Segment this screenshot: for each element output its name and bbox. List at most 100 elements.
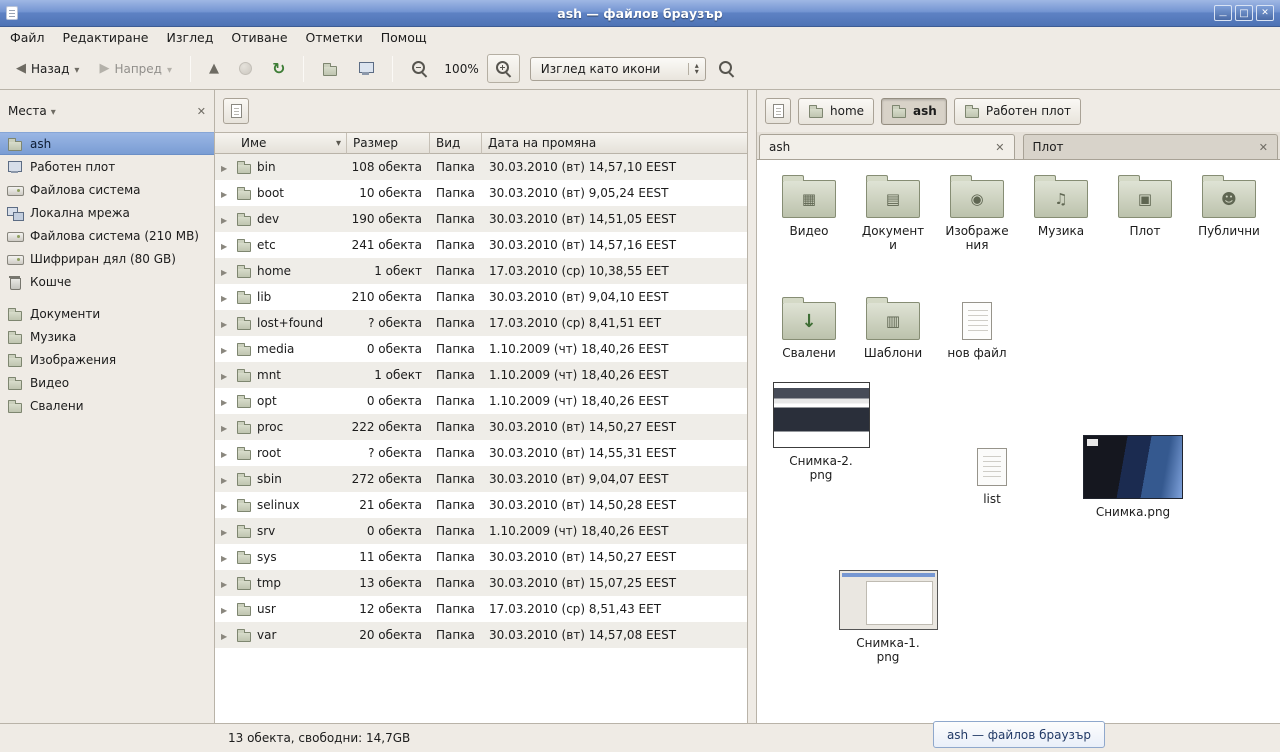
table-row[interactable]: sbin 272 обекта Папка 30.03.2010 (вт) 9,…	[215, 466, 747, 492]
zoom-in-button[interactable]	[487, 54, 520, 83]
file-icon-cell[interactable]: Снимка.png	[1081, 435, 1185, 519]
expander-icon[interactable]	[221, 602, 231, 616]
table-row[interactable]: dev 190 обекта Папка 30.03.2010 (вт) 14,…	[215, 206, 747, 232]
menu-item[interactable]: Отиване	[231, 30, 287, 45]
expander-icon[interactable]	[221, 472, 231, 486]
expander-icon[interactable]	[221, 290, 231, 304]
sidebar-item[interactable]: Кошче	[0, 270, 214, 293]
menu-item[interactable]: Файл	[10, 30, 45, 45]
file-icon-cell[interactable]: Снимка-2.png	[771, 382, 871, 483]
table-row[interactable]: lib 210 обекта Папка 30.03.2010 (вт) 9,0…	[215, 284, 747, 310]
file-icon-cell[interactable]: Изображения	[936, 172, 1018, 290]
stop-button[interactable]	[231, 56, 260, 81]
home-button[interactable]	[314, 55, 346, 83]
window-titlebar[interactable]: ash — файлов браузър	[0, 0, 1280, 27]
table-row[interactable]: var 20 обекта Папка 30.03.2010 (вт) 14,5…	[215, 622, 747, 648]
expander-icon[interactable]	[221, 524, 231, 538]
pane-divider[interactable]	[748, 90, 756, 723]
sidebar-item[interactable]: Файлова система (210 MB)	[0, 224, 214, 247]
close-button[interactable]	[1256, 5, 1274, 21]
menu-item[interactable]: Отметки	[306, 30, 363, 45]
table-row[interactable]: sys 11 обекта Папка 30.03.2010 (вт) 14,5…	[215, 544, 747, 570]
computer-button[interactable]	[350, 55, 382, 82]
sidebar-close-icon[interactable]	[197, 104, 206, 118]
pathbar-root-button[interactable]	[223, 98, 249, 124]
expander-icon[interactable]	[221, 420, 231, 434]
search-button[interactable]	[710, 54, 743, 83]
table-row[interactable]: boot 10 обекта Папка 30.03.2010 (вт) 9,0…	[215, 180, 747, 206]
sidebar-item[interactable]: Файлова система	[0, 178, 214, 201]
table-row[interactable]: etc 241 обекта Папка 30.03.2010 (вт) 14,…	[215, 232, 747, 258]
sidebar-item[interactable]: Локална мрежа	[0, 201, 214, 224]
menu-item[interactable]: Помощ	[381, 30, 427, 45]
column-header[interactable]: Вид	[430, 133, 482, 154]
table-row[interactable]: bin 108 обекта Папка 30.03.2010 (вт) 14,…	[215, 154, 747, 180]
menu-item[interactable]: Изглед	[167, 30, 214, 45]
expander-icon[interactable]	[221, 550, 231, 564]
expander-icon[interactable]	[221, 628, 231, 642]
maximize-button[interactable]	[1235, 5, 1253, 21]
tab[interactable]: Плот	[1023, 134, 1279, 159]
table-row[interactable]: selinux 21 обекта Папка 30.03.2010 (вт) …	[215, 492, 747, 518]
file-icon-cell[interactable]: Музика	[1020, 172, 1102, 290]
sidebar-item[interactable]: Шифриран дял (80 GB)	[0, 247, 214, 270]
back-button[interactable]: Назад	[8, 56, 87, 82]
table-row[interactable]: lost+found ? обекта Папка 17.03.2010 (ср…	[215, 310, 747, 336]
table-row[interactable]: tmp 13 обекта Папка 30.03.2010 (вт) 15,0…	[215, 570, 747, 596]
file-view[interactable]: Видео Документи Изображения Музика Плот …	[757, 160, 1280, 723]
pathbar-root-button[interactable]	[765, 98, 791, 124]
table-row[interactable]: mnt 1 обект Папка 1.10.2009 (чт) 18,40,2…	[215, 362, 747, 388]
sidebar-item[interactable]: ash	[0, 132, 214, 155]
up-button[interactable]	[201, 56, 227, 81]
chevron-down-icon[interactable]	[74, 62, 79, 76]
column-header[interactable]: Име	[215, 133, 347, 154]
sidebar-item[interactable]: Работен плот	[0, 155, 214, 178]
expander-icon[interactable]	[221, 394, 231, 408]
expander-icon[interactable]	[221, 186, 231, 200]
sidebar-item[interactable]: Музика	[0, 325, 214, 348]
table-row[interactable]: proc 222 обекта Папка 30.03.2010 (вт) 14…	[215, 414, 747, 440]
tab-close-icon[interactable]	[995, 140, 1004, 154]
expander-icon[interactable]	[221, 342, 231, 356]
spinner-arrows-icon[interactable]	[688, 63, 699, 75]
expander-icon[interactable]	[221, 576, 231, 590]
file-icon-cell[interactable]: нов файл	[936, 294, 1018, 412]
chevron-down-icon[interactable]	[51, 104, 56, 118]
file-icon-cell[interactable]: Плот	[1104, 172, 1186, 290]
expander-icon[interactable]	[221, 368, 231, 382]
expander-icon[interactable]	[221, 498, 231, 512]
sidebar-item[interactable]: Свалени	[0, 394, 214, 417]
expander-icon[interactable]	[221, 238, 231, 252]
file-icon-cell[interactable]: Документи	[852, 172, 934, 290]
sidebar-item[interactable]: Видео	[0, 371, 214, 394]
pathbar-button[interactable]: ash	[881, 98, 947, 125]
file-icon-cell[interactable]: Публични	[1188, 172, 1270, 290]
tab-close-icon[interactable]	[1259, 140, 1268, 154]
file-icon-cell[interactable]: Снимка-1.png	[838, 570, 938, 665]
pathbar-button[interactable]: home	[798, 98, 874, 125]
minimize-button[interactable]	[1214, 5, 1232, 21]
pathbar-button[interactable]: Работен плот	[954, 98, 1081, 125]
column-header[interactable]: Размер	[347, 133, 430, 154]
sidebar-title[interactable]: Места	[8, 104, 47, 118]
expander-icon[interactable]	[221, 264, 231, 278]
taskbar-window-button[interactable]: ash — файлов браузър	[933, 721, 1105, 748]
table-row[interactable]: opt 0 обекта Папка 1.10.2009 (чт) 18,40,…	[215, 388, 747, 414]
tab[interactable]: ash	[759, 134, 1015, 159]
table-row[interactable]: srv 0 обекта Папка 1.10.2009 (чт) 18,40,…	[215, 518, 747, 544]
sidebar-item[interactable]: Изображения	[0, 348, 214, 371]
view-mode-dropdown[interactable]: Изглед като икони	[530, 57, 706, 81]
expander-icon[interactable]	[221, 316, 231, 330]
menu-item[interactable]: Редактиране	[63, 30, 149, 45]
expander-icon[interactable]	[221, 446, 231, 460]
column-header[interactable]: Дата на промяна	[482, 133, 747, 154]
reload-button[interactable]	[264, 55, 293, 83]
file-icon-cell[interactable]: list	[957, 448, 1027, 506]
expander-icon[interactable]	[221, 212, 231, 226]
table-row[interactable]: root ? обекта Папка 30.03.2010 (вт) 14,5…	[215, 440, 747, 466]
expander-icon[interactable]	[221, 160, 231, 174]
forward-button[interactable]: Напред	[91, 56, 180, 82]
zoom-out-button[interactable]	[403, 54, 436, 83]
file-icon-cell[interactable]: Видео	[768, 172, 850, 290]
sidebar-item[interactable]: Документи	[0, 302, 214, 325]
